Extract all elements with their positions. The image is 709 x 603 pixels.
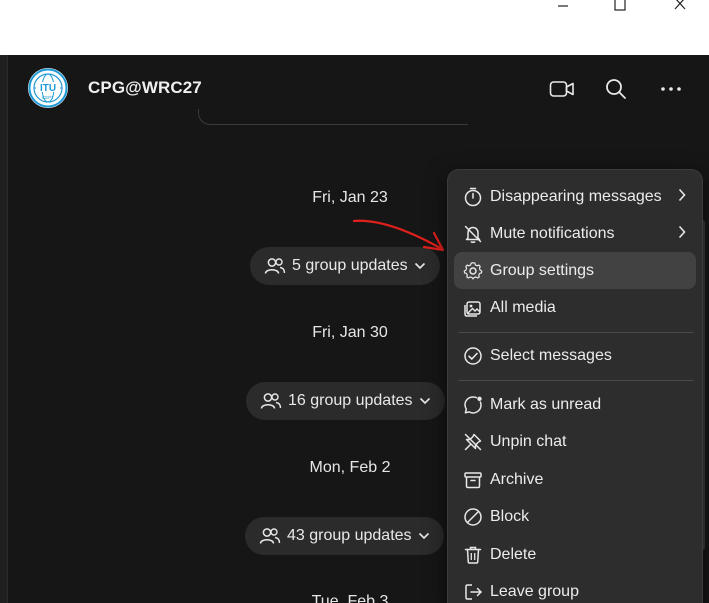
menu-item-group-settings[interactable]: Group settings	[454, 252, 696, 289]
menu-item-label: Select messages	[490, 346, 612, 364]
menu-item-disappearing-messages[interactable]: Disappearing messages	[454, 178, 696, 215]
maximize-button[interactable]	[600, 0, 640, 12]
menu-item-label: Disappearing messages	[490, 187, 662, 205]
people-icon	[259, 528, 281, 544]
menu-item-label: Mark as unread	[490, 395, 602, 413]
menu-item-label: Delete	[490, 545, 537, 563]
group-updates-label: 43 group updates	[287, 527, 412, 544]
group-avatar[interactable]: ITU CEPT	[28, 68, 68, 108]
media-gallery-icon	[462, 297, 484, 319]
video-camera-icon	[549, 81, 574, 97]
menu-item-mute-notifications[interactable]: Mute notifications	[454, 215, 696, 252]
chevron-right-icon	[678, 225, 686, 239]
menu-item-label: Leave group	[490, 582, 579, 600]
menu-divider	[458, 332, 694, 333]
search-button[interactable]	[602, 75, 630, 103]
chat-window: ITU CEPT CPG@WRC27 Fri, Jan 23 5 group u…	[0, 55, 709, 603]
group-updates-pill[interactable]: 43 group updates	[245, 517, 444, 555]
minimize-icon	[558, 5, 568, 7]
group-updates-pill[interactable]: 16 group updates	[246, 382, 445, 420]
maximize-icon	[614, 0, 626, 11]
close-icon	[674, 0, 686, 10]
menu-item-label: Block	[490, 507, 530, 525]
menu-item-label: All media	[490, 298, 556, 316]
people-icon	[260, 393, 282, 409]
chat-title: CPG@WRC27	[88, 78, 202, 97]
chevron-down-icon	[414, 262, 425, 270]
chevron-down-icon	[419, 397, 430, 405]
chat-unread-icon	[462, 394, 484, 416]
minimize-button[interactable]	[543, 0, 583, 12]
menu-item-leave-group[interactable]: Leave group	[454, 573, 696, 603]
date-separator: Tue, Feb 3	[311, 593, 389, 603]
menu-item-all-media[interactable]: All media	[454, 289, 696, 326]
bell-off-icon	[462, 223, 484, 245]
date-separator: Fri, Jan 30	[312, 324, 388, 341]
annotation-arrow-icon	[352, 219, 445, 252]
date-separator: Mon, Feb 2	[309, 459, 391, 476]
video-call-button[interactable]	[548, 75, 576, 103]
conversation-menu: Disappearing messages Mute notifications…	[447, 169, 703, 603]
menu-item-block[interactable]: Block	[454, 498, 696, 535]
leave-door-icon	[462, 581, 484, 603]
svg-text:CEPT: CEPT	[42, 95, 54, 100]
menu-item-archive[interactable]: Archive	[454, 461, 696, 498]
archive-box-icon	[462, 469, 484, 491]
chevron-down-icon	[418, 532, 429, 540]
date-separator: Fri, Jan 23	[312, 189, 388, 206]
more-horizontal-icon	[661, 87, 681, 91]
more-options-button[interactable]	[657, 75, 685, 103]
svg-text:ITU: ITU	[40, 83, 56, 94]
sidebar-edge	[0, 55, 8, 603]
chevron-right-icon	[678, 188, 686, 202]
menu-item-label: Mute notifications	[490, 224, 615, 242]
unpin-icon	[462, 431, 484, 453]
trash-icon	[462, 544, 484, 566]
menu-divider	[458, 380, 694, 381]
check-circle-icon	[462, 345, 484, 367]
menu-item-unpin-chat[interactable]: Unpin chat	[454, 423, 696, 460]
itu-logo-icon: ITU CEPT	[28, 68, 68, 108]
menu-item-delete[interactable]: Delete	[454, 536, 696, 573]
menu-item-label: Unpin chat	[490, 432, 567, 450]
search-icon	[606, 79, 626, 99]
menu-item-mark-as-unread[interactable]: Mark as unread	[454, 386, 696, 423]
window-titlebar	[0, 0, 709, 55]
gear-icon	[462, 260, 484, 282]
timer-icon	[462, 186, 484, 208]
block-icon	[462, 506, 484, 528]
group-updates-label: 16 group updates	[288, 392, 413, 409]
pinned-message-bar	[198, 109, 468, 125]
menu-item-label: Archive	[490, 470, 544, 488]
people-icon	[264, 258, 286, 274]
close-window-button[interactable]	[660, 0, 700, 12]
group-updates-label: 5 group updates	[292, 257, 408, 274]
menu-item-select-messages[interactable]: Select messages	[454, 337, 696, 374]
menu-item-label: Group settings	[490, 261, 595, 279]
